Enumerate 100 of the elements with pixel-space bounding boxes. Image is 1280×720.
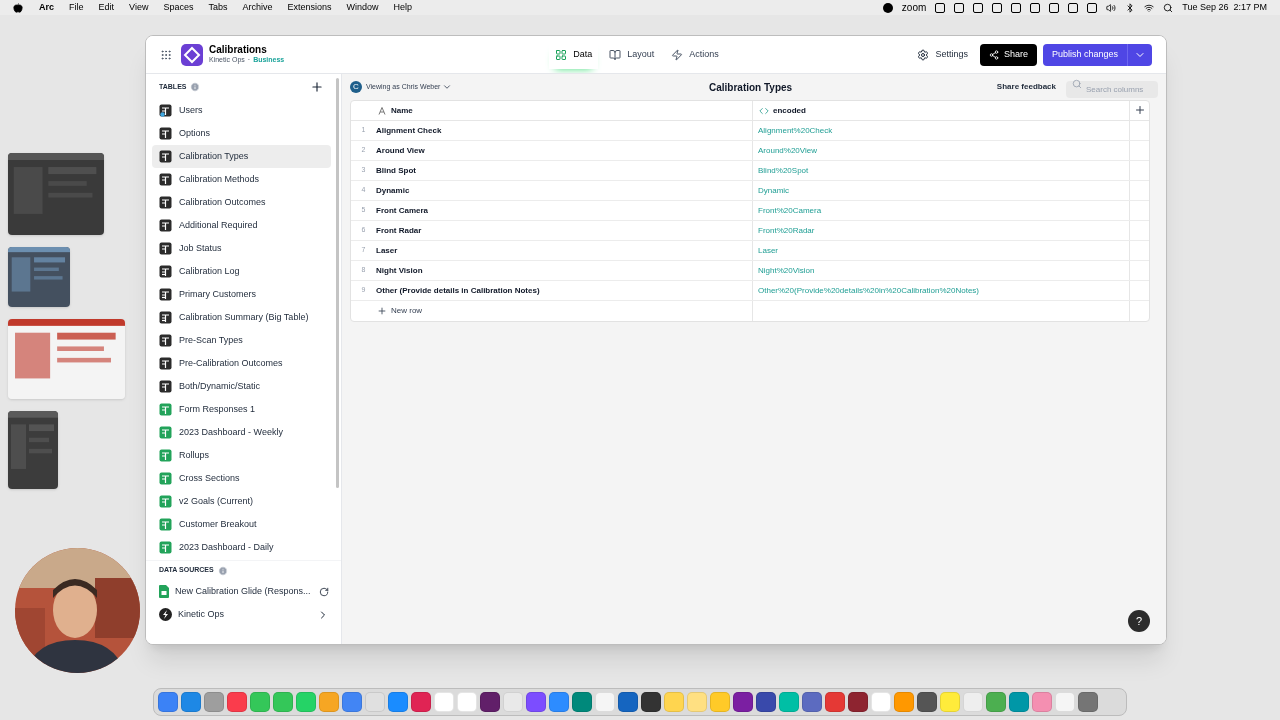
dock-app-icon[interactable] (756, 692, 776, 712)
table-list-item[interactable]: Calibration Outcomes (152, 191, 331, 214)
zoom-status[interactable]: zoom (901, 0, 927, 15)
table-list-item[interactable]: Options (152, 122, 331, 145)
table-list-item[interactable]: Users (152, 99, 331, 122)
data-source-item[interactable]: New Calibration Glide (Respons... (146, 580, 341, 603)
table-list-item[interactable]: Job Status (152, 237, 331, 260)
table-icon (159, 127, 172, 140)
scrollbar[interactable] (336, 78, 339, 488)
status-icon[interactable] (935, 2, 946, 13)
caret-icon (442, 82, 453, 92)
sheet-table-icon (159, 449, 172, 462)
settings-icon (917, 48, 930, 61)
table-icon (159, 265, 172, 278)
menu-item[interactable]: Spaces (163, 0, 194, 15)
table-list-item[interactable]: Customer Breakout (152, 513, 331, 536)
clock[interactable]: Tue Sep 26 2:17 PM (1182, 0, 1267, 15)
status-icon[interactable] (1011, 2, 1022, 13)
new-row-button[interactable]: New row (377, 305, 423, 317)
dock-app-icon[interactable] (480, 692, 500, 712)
menu-item[interactable]: Extensions (287, 0, 332, 15)
menu-item[interactable]: View (129, 0, 149, 15)
sheet-table-icon (159, 426, 172, 439)
table-cell: Front%20Camera (758, 204, 822, 217)
table-list-item[interactable]: Form Responses 1 (152, 398, 331, 421)
table-cell: Dynamic (758, 184, 790, 197)
table-list-item[interactable]: Calibration Log (152, 260, 331, 283)
table-list-item[interactable]: Calibration Methods (152, 168, 331, 191)
nav-tab[interactable]: Actions (665, 40, 725, 69)
share-feedback-button[interactable]: Share feedback (996, 81, 1056, 93)
add-icon (1133, 104, 1146, 116)
search-icon[interactable] (1163, 2, 1174, 13)
table-list-item[interactable]: 2023 Dashboard - Daily (152, 536, 331, 559)
lightning-icon (671, 48, 684, 61)
status-icon[interactable] (973, 2, 984, 13)
status-icon[interactable] (992, 2, 1003, 13)
dock-app-icon[interactable] (733, 692, 753, 712)
wifi-icon[interactable] (1144, 2, 1155, 13)
table-list-item[interactable]: Pre-Calibration Outcomes (152, 352, 331, 375)
table-list-item[interactable]: v2 Goals (Current) (152, 490, 331, 513)
table-icon (159, 311, 172, 324)
nav-tab[interactable]: Data (549, 40, 599, 69)
data-source-item[interactable]: Kinetic Ops (146, 603, 341, 626)
dock-app-icon[interactable] (618, 692, 638, 712)
apple-icon[interactable] (13, 2, 23, 13)
publish-button[interactable]: Publish changes (1042, 43, 1128, 66)
search-icon (1072, 79, 1082, 89)
status-icon[interactable] (1087, 2, 1098, 13)
table-list-item[interactable]: Rollups (152, 444, 331, 467)
table-list-item[interactable]: Additional Required (152, 214, 331, 237)
table-cell: Night Vision (376, 264, 423, 277)
help-button[interactable]: ? (1128, 610, 1150, 632)
share-button[interactable]: Share (979, 43, 1037, 66)
sheet-table-icon (159, 541, 172, 554)
sheet-table-icon (159, 495, 172, 508)
table-list-item[interactable]: Calibration Summary (Big Table) (152, 306, 331, 329)
table-cell: Around%20View (758, 144, 817, 157)
avatar: C (350, 81, 362, 93)
search-field[interactable]: Search columns (1066, 81, 1158, 98)
status-icon[interactable] (1049, 2, 1060, 13)
menu-item[interactable]: Window (346, 0, 379, 15)
table-cell: Other (Provide details in Calibration Notes) (376, 284, 540, 297)
menu-item[interactable]: Archive (242, 0, 273, 15)
add-icon[interactable] (310, 80, 324, 94)
menu-app-name[interactable]: Arc (39, 0, 54, 15)
dock-app-icon[interactable] (848, 692, 868, 712)
status-icon[interactable] (1030, 2, 1041, 13)
table-cell: Alignment%20Check (758, 124, 833, 137)
grid-icon (555, 48, 568, 61)
nav-tab[interactable]: Layout (603, 40, 661, 69)
bluetooth-icon[interactable] (1125, 2, 1136, 13)
settings-button[interactable]: Settings (911, 43, 974, 66)
dock-app-icon[interactable] (641, 692, 661, 712)
table-list-item[interactable]: Primary Customers (152, 283, 331, 306)
table-list-item[interactable]: Pre-Scan Types (152, 329, 331, 352)
refresh-icon[interactable] (319, 586, 329, 597)
menu-item[interactable]: File (69, 0, 84, 15)
status-icon[interactable] (954, 2, 965, 13)
menu-item[interactable]: Edit (98, 0, 115, 15)
table-icon (159, 104, 172, 117)
info-icon[interactable] (217, 565, 228, 576)
table-list-item[interactable]: Cross Sections (152, 467, 331, 490)
menu-item[interactable]: Help (393, 0, 413, 15)
menu-item[interactable]: Tabs (208, 0, 228, 15)
table-list-item[interactable]: 2023 Dashboard - Weekly (152, 421, 331, 444)
table-cell: Front Camera (376, 204, 428, 217)
table-list-item[interactable]: Both/Dynamic/Static (152, 375, 331, 398)
data-source-name: New Calibration Glide (Respons... (175, 584, 311, 598)
info-icon[interactable] (190, 82, 201, 92)
dock-app-icon[interactable] (917, 692, 937, 712)
table-icon (159, 219, 172, 232)
column-header[interactable]: Name (351, 101, 753, 120)
data-source-name: Kinetic Ops (178, 607, 225, 621)
table-icon (159, 288, 172, 301)
app-logo-icon[interactable] (181, 43, 203, 66)
column-header[interactable]: encoded (753, 101, 1130, 120)
status-icon[interactable] (1068, 2, 1079, 13)
volume-icon[interactable] (1106, 2, 1117, 13)
grid-menu-icon[interactable] (160, 48, 172, 61)
table-list-item[interactable]: Calibration Types (152, 145, 331, 168)
